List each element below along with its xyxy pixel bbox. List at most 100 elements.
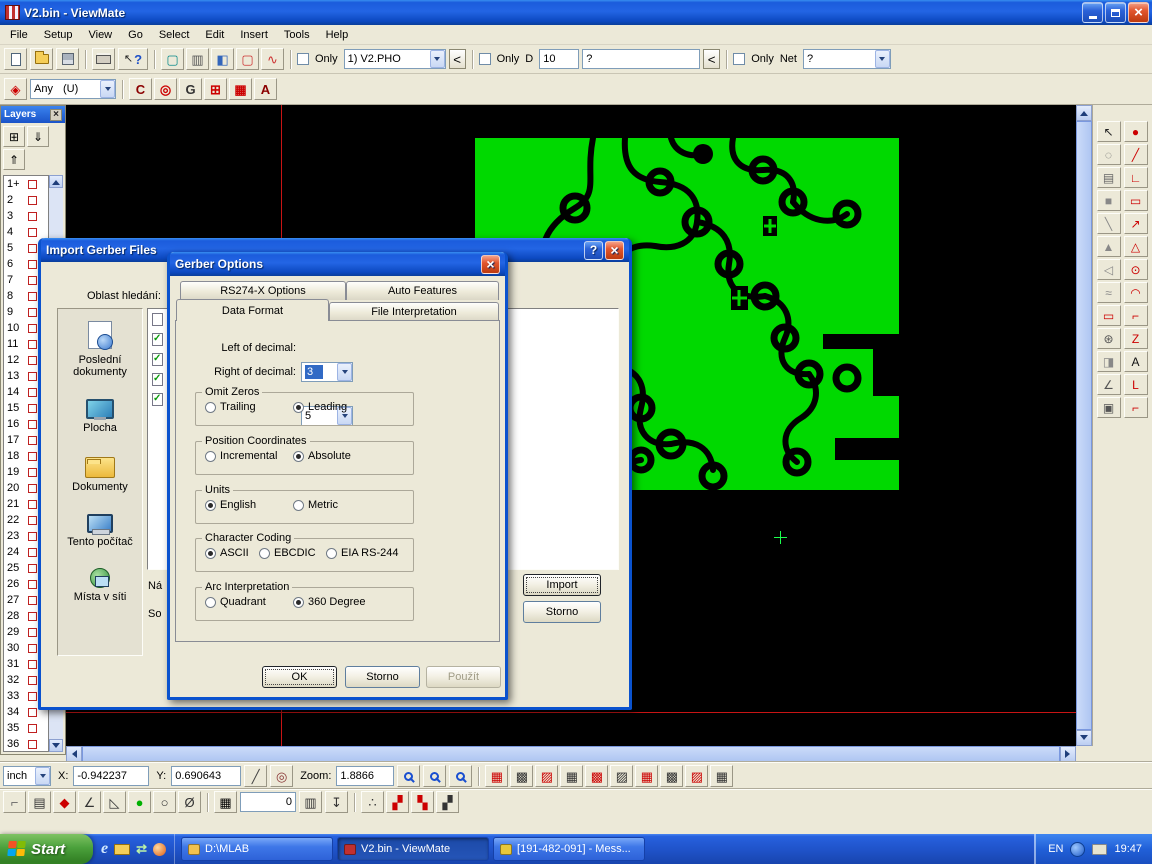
taskbar-task[interactable]: [191-482-091] - Mess... bbox=[493, 837, 645, 861]
pat-b-icon[interactable]: ▞ bbox=[386, 791, 409, 813]
layer-color-swatch[interactable] bbox=[28, 196, 37, 205]
keyboard-icon[interactable] bbox=[1092, 844, 1107, 855]
menu-item[interactable]: View bbox=[80, 27, 120, 43]
shape-1-icon[interactable]: ⌐ bbox=[3, 791, 26, 813]
layers-options-button[interactable] bbox=[3, 126, 25, 147]
l-shape-icon[interactable]: L bbox=[1124, 374, 1148, 395]
only-layer-checkbox[interactable] bbox=[297, 53, 309, 65]
arrow-ne-icon[interactable]: ↗ bbox=[1124, 213, 1148, 234]
shape-2-icon[interactable]: ▤ bbox=[28, 791, 51, 813]
close-icon[interactable] bbox=[50, 109, 62, 121]
pattern-3-icon[interactable]: ▨ bbox=[535, 765, 558, 787]
radio-metric[interactable]: Metric bbox=[293, 499, 338, 511]
layer-color-swatch[interactable] bbox=[28, 532, 37, 541]
only-net-checkbox[interactable] bbox=[733, 53, 745, 65]
pattern-6-icon[interactable]: ▨ bbox=[610, 765, 633, 787]
layer-color-swatch[interactable] bbox=[28, 548, 37, 557]
layer-color-swatch[interactable] bbox=[28, 660, 37, 669]
layer-color-swatch[interactable] bbox=[28, 596, 37, 605]
menu-item[interactable]: Edit bbox=[197, 27, 232, 43]
layer-color-swatch[interactable] bbox=[28, 628, 37, 637]
pattern-7-icon[interactable]: ▦ bbox=[635, 765, 658, 787]
scroll-left-icon[interactable] bbox=[66, 746, 82, 762]
tab-file-interpretation[interactable]: File Interpretation bbox=[329, 302, 499, 321]
menu-item[interactable]: Help bbox=[318, 27, 357, 43]
letter-a-icon[interactable]: A bbox=[1124, 351, 1148, 372]
triangle-icon[interactable]: ▲ bbox=[1097, 236, 1121, 257]
radio-ascii[interactable]: ASCII bbox=[205, 547, 259, 559]
zoom-field[interactable]: 1.8866 bbox=[336, 766, 394, 786]
menu-item[interactable]: Go bbox=[120, 27, 151, 43]
layer-color-swatch[interactable] bbox=[28, 612, 37, 621]
dot-grid-button[interactable] bbox=[299, 791, 322, 813]
aperture-select-button[interactable]: ◈ bbox=[4, 78, 27, 100]
close-button[interactable] bbox=[605, 241, 624, 260]
polyline-icon[interactable]: ∟ bbox=[1124, 167, 1148, 188]
unit-combo[interactable]: inch bbox=[3, 766, 51, 786]
pad-icon[interactable]: ● bbox=[1124, 121, 1148, 142]
place-network[interactable]: Místa v síti bbox=[60, 566, 140, 603]
cancel-button[interactable]: Storno bbox=[345, 666, 420, 688]
layer-color-swatch[interactable] bbox=[28, 740, 37, 749]
net-dot-icon[interactable]: ● bbox=[128, 791, 151, 813]
import-button[interactable]: Import bbox=[523, 574, 601, 596]
language-indicator[interactable]: EN bbox=[1048, 843, 1063, 855]
sync-icon[interactable]: ⇄ bbox=[136, 841, 147, 857]
rings-icon[interactable]: ◌ bbox=[1097, 144, 1121, 165]
close-button[interactable] bbox=[1128, 2, 1149, 23]
layer-color-swatch[interactable] bbox=[28, 564, 37, 573]
layer-color-swatch[interactable] bbox=[28, 244, 37, 253]
layer-color-swatch[interactable] bbox=[28, 516, 37, 525]
menu-item[interactable]: Select bbox=[151, 27, 198, 43]
chevron-down-icon[interactable] bbox=[337, 363, 352, 381]
scroll-up-icon[interactable] bbox=[49, 175, 63, 188]
radio-english[interactable]: English bbox=[205, 499, 293, 511]
taskbar-task[interactable]: V2.bin - ViewMate bbox=[337, 837, 489, 861]
only-dcode-checkbox[interactable] bbox=[479, 53, 491, 65]
hatch-tool-icon[interactable]: ▦ bbox=[229, 78, 252, 100]
layer-color-swatch[interactable] bbox=[28, 388, 37, 397]
chevron-down-icon[interactable] bbox=[35, 767, 50, 785]
pat-d-icon[interactable]: ▞ bbox=[436, 791, 459, 813]
layer-color-swatch[interactable] bbox=[28, 180, 37, 189]
hook-icon[interactable]: ⌐ bbox=[1124, 397, 1148, 418]
layer-color-swatch[interactable] bbox=[28, 260, 37, 269]
angle-icon[interactable]: ∠ bbox=[1097, 374, 1121, 395]
origin-button[interactable] bbox=[270, 765, 293, 787]
cursor-icon[interactable]: ↖ bbox=[1097, 121, 1121, 142]
minimize-button[interactable] bbox=[1082, 2, 1103, 23]
new-file-button[interactable] bbox=[4, 48, 27, 70]
place-desktop[interactable]: Plocha bbox=[60, 396, 140, 434]
layer-combo[interactable]: 1) V2.PHO bbox=[344, 49, 446, 69]
x-coordinate-field[interactable]: -0.942237 bbox=[73, 766, 149, 786]
layer-color-swatch[interactable] bbox=[28, 324, 37, 333]
layer-color-swatch[interactable] bbox=[28, 292, 37, 301]
circle-icon[interactable]: ○ bbox=[153, 791, 176, 813]
place-my-computer[interactable]: Tento počítač bbox=[60, 511, 140, 548]
radio-incremental[interactable]: Incremental bbox=[205, 450, 293, 462]
horizontal-scrollbar[interactable] bbox=[66, 746, 1076, 762]
pattern-2-icon[interactable]: ▩ bbox=[510, 765, 533, 787]
place-recent-documents[interactable]: Poslední dokumenty bbox=[60, 321, 140, 378]
layer-color-swatch[interactable] bbox=[28, 484, 37, 493]
layer-color-swatch[interactable] bbox=[28, 500, 37, 509]
apply-button[interactable]: Použít bbox=[426, 666, 501, 688]
scroll-thumb[interactable] bbox=[1076, 121, 1092, 730]
panel-icon[interactable]: ▣ bbox=[1097, 397, 1121, 418]
layer-row[interactable]: 36 bbox=[4, 736, 48, 752]
layer-color-swatch[interactable] bbox=[28, 404, 37, 413]
rotate-icon[interactable]: ◁ bbox=[1097, 259, 1121, 280]
corner-icon[interactable]: ⌐ bbox=[1124, 305, 1148, 326]
shape-3-icon[interactable]: ◆ bbox=[53, 791, 76, 813]
gear-icon[interactable]: ⊛ bbox=[1097, 328, 1121, 349]
scroll-down-icon[interactable] bbox=[49, 739, 63, 752]
trim-rect-icon[interactable]: ▭ bbox=[1097, 305, 1121, 326]
menu-item[interactable]: File bbox=[2, 27, 36, 43]
chevron-down-icon[interactable] bbox=[430, 50, 445, 68]
circle-dot-icon[interactable]: ⊙ bbox=[1124, 259, 1148, 280]
circle-tool-icon[interactable]: C bbox=[129, 78, 152, 100]
layer-color-swatch[interactable] bbox=[28, 276, 37, 285]
wave-icon[interactable]: ∿ bbox=[261, 48, 284, 70]
arc-icon[interactable]: ◠ bbox=[1124, 282, 1148, 303]
scroll-down-icon[interactable] bbox=[1076, 730, 1092, 746]
